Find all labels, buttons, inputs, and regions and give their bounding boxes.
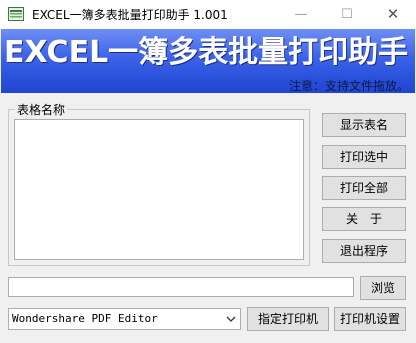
drag-drop-note: 注意：支持文件拖放。	[288, 79, 409, 93]
sheet-list-label: 表格名称	[15, 101, 68, 118]
header-banner: EXCEL一簿多表批量打印助手 注意：支持文件拖放。	[1, 29, 415, 93]
close-button[interactable]: ✕	[370, 0, 416, 29]
minimize-button[interactable]: —	[278, 0, 324, 29]
printer-select[interactable]: Wondershare PDF Editor	[8, 308, 241, 330]
set-printer-button[interactable]: 指定打印机	[247, 307, 329, 331]
banner-title: EXCEL一簿多表批量打印助手	[4, 35, 409, 70]
excel-app-icon	[8, 7, 24, 21]
maximize-button[interactable]: ☐	[324, 0, 370, 29]
title-bar: EXCEL一簿多表批量打印助手 1.001 — ☐ ✕	[0, 0, 416, 29]
window-title: EXCEL一簿多表批量打印助手 1.001	[32, 8, 228, 22]
show-sheets-button[interactable]: 显示表名	[322, 113, 406, 137]
about-button[interactable]: 关 于	[322, 207, 406, 231]
browse-button[interactable]: 浏览	[360, 276, 406, 300]
printer-selected-value: Wondershare PDF Editor	[12, 312, 158, 325]
file-path-input[interactable]	[8, 277, 354, 297]
chevron-down-icon[interactable]	[224, 311, 238, 327]
sheet-listbox[interactable]	[14, 119, 304, 260]
sheet-list-group: 表格名称	[8, 101, 310, 266]
print-all-button[interactable]: 打印全部	[322, 176, 406, 200]
printer-settings-button[interactable]: 打印机设置	[334, 307, 406, 331]
exit-button[interactable]: 退出程序	[322, 239, 406, 263]
print-selected-button[interactable]: 打印选中	[322, 145, 406, 169]
